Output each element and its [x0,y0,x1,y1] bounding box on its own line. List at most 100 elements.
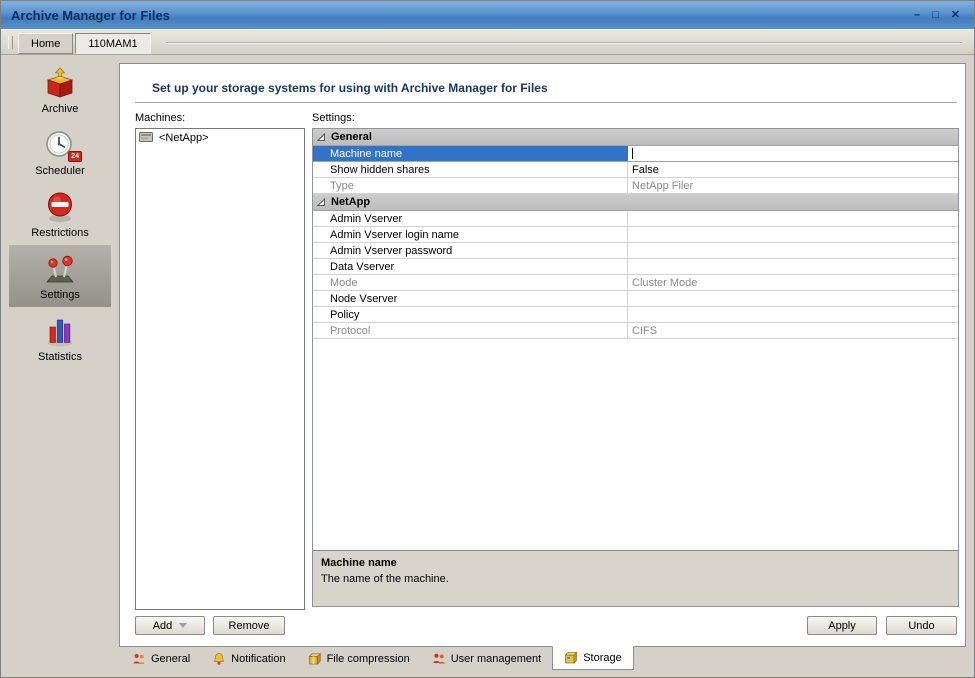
property-name[interactable]: Show hidden shares [313,162,628,177]
bottom-tab-file-compression[interactable]: File compression [297,647,421,670]
sidebar-item-scheduler[interactable]: 24 Scheduler [9,121,111,183]
group-label: General [331,131,372,143]
group-expander-icon [317,133,326,142]
group-label: NetApp [331,196,370,208]
page-title: Set up your storage systems for using wi… [152,81,548,95]
group-header-general[interactable]: General [313,129,958,146]
machine-icon [139,131,155,144]
bottom-tab-label: General [151,653,190,665]
property-name[interactable]: Node Vserver [313,291,628,306]
property-grid: General Machine nameShow hidden shares Fal… [313,129,958,550]
property-value[interactable]: CIFS [628,323,958,338]
sidebar-item-statistics[interactable]: Statistics [9,307,111,369]
sidebar: Archive 24 Scheduler Restrictions Settings St… [9,59,111,669]
undo-button[interactable]: Undo [886,616,957,635]
description-panel: Machine name The name of the machine. [313,550,958,606]
bottom-tab-user-management[interactable]: User management [421,647,553,670]
property-row-show-hidden-shares: Show hidden shares False [313,162,958,178]
property-value-text: CIFS [632,325,657,337]
toolbar-grip-icon [8,36,13,49]
property-value[interactable]: False [628,162,958,177]
property-row-type: Type NetApp Filer [313,178,958,194]
group-header-netapp[interactable]: NetApp [313,194,958,211]
sidebar-item-label: Scheduler [35,165,85,177]
property-value[interactable] [628,227,958,242]
property-value[interactable] [628,211,958,226]
property-row-admin-vserver-login-name: Admin Vserver login name [313,227,958,243]
scheduler-badge: 24 [68,151,82,162]
bottom-tab-storage[interactable]: Storage [552,646,634,670]
maximize-button[interactable]: □ [932,10,939,21]
text-caret [632,148,633,159]
apply-button[interactable]: Apply [807,616,877,635]
machine-list-item[interactable]: <NetApp> [136,129,304,146]
scheduler-icon: 24 [43,128,77,162]
tab-label: Home [31,38,60,50]
description-title: Machine name [321,557,950,569]
property-value-text: NetApp Filer [632,180,693,192]
sidebar-item-restrictions[interactable]: Restrictions [9,183,111,245]
property-row-admin-vserver-password: Admin Vserver password [313,243,958,259]
undo-button-label: Undo [908,620,934,632]
property-name[interactable]: Type [313,178,628,193]
property-row-mode: Mode Cluster Mode [313,275,958,291]
property-name[interactable]: Mode [313,275,628,290]
user-management-icon [432,652,446,666]
minimize-button[interactable]: – [914,10,920,21]
main-panel: Set up your storage systems for using wi… [119,63,966,647]
add-dropdown-arrow-icon [179,623,187,628]
property-name[interactable]: Admin Vserver login name [313,227,628,242]
property-row-data-vserver: Data Vserver [313,259,958,275]
bottom-tab-label: Notification [231,653,285,665]
titlebar: Archive Manager for Files – □ ✕ [1,1,974,29]
sidebar-item-settings[interactable]: Settings [9,245,111,307]
apply-button-label: Apply [828,620,856,632]
property-value-text: False [632,164,659,176]
restrictions-icon [43,190,77,224]
tab-home[interactable]: Home [18,33,73,54]
sidebar-item-label: Archive [42,103,79,115]
settings-icon [43,252,77,286]
property-name[interactable]: Admin Vserver password [313,243,628,258]
property-name[interactable]: Protocol [313,323,628,338]
property-row-machine-name: Machine name [313,146,958,162]
close-button[interactable]: ✕ [951,10,960,21]
add-button[interactable]: Add [135,616,205,635]
machines-list[interactable]: <NetApp> [135,128,305,610]
property-value[interactable] [628,146,958,161]
toolbar-separator [166,42,962,44]
sidebar-item-archive[interactable]: Archive [9,59,111,121]
tab-110mam1[interactable]: 110MAM1 [75,33,150,54]
top-tabs: Home 110MAM1 [18,33,151,54]
file-compression-icon [308,652,322,666]
bottom-tab-general[interactable]: General [121,647,201,670]
property-value[interactable] [628,259,958,274]
property-value[interactable] [628,243,958,258]
property-row-policy: Policy [313,307,958,323]
remove-button[interactable]: Remove [213,616,285,635]
property-value-text: Cluster Mode [632,277,697,289]
machine-label: <NetApp> [159,132,209,144]
bottom-tab-notification[interactable]: Notification [201,647,296,670]
property-name[interactable]: Admin Vserver [313,211,628,226]
sidebar-item-label: Restrictions [31,227,88,239]
bottom-tab-bar: General Notification File compressionUser … [121,647,634,670]
property-value[interactable] [628,291,958,306]
app-window: Archive Manager for Files – □ ✕ Home 110M… [0,0,975,678]
storage-icon [564,651,578,665]
sidebar-item-label: Settings [40,289,80,301]
description-text: The name of the machine. [321,573,950,585]
property-row-admin-vserver: Admin Vserver [313,211,958,227]
property-value[interactable] [628,307,958,322]
sidebar-item-label: Statistics [38,351,82,363]
notification-icon [212,652,226,666]
property-row-protocol: Protocol CIFS [313,323,958,339]
property-name[interactable]: Data Vserver [313,259,628,274]
property-name[interactable]: Machine name [313,146,628,161]
general-icon [132,652,146,666]
settings-label: Settings: [312,112,355,124]
top-tab-bar: Home 110MAM1 [1,29,974,55]
property-name[interactable]: Policy [313,307,628,322]
property-value[interactable]: NetApp Filer [628,178,958,193]
property-value[interactable]: Cluster Mode [628,275,958,290]
